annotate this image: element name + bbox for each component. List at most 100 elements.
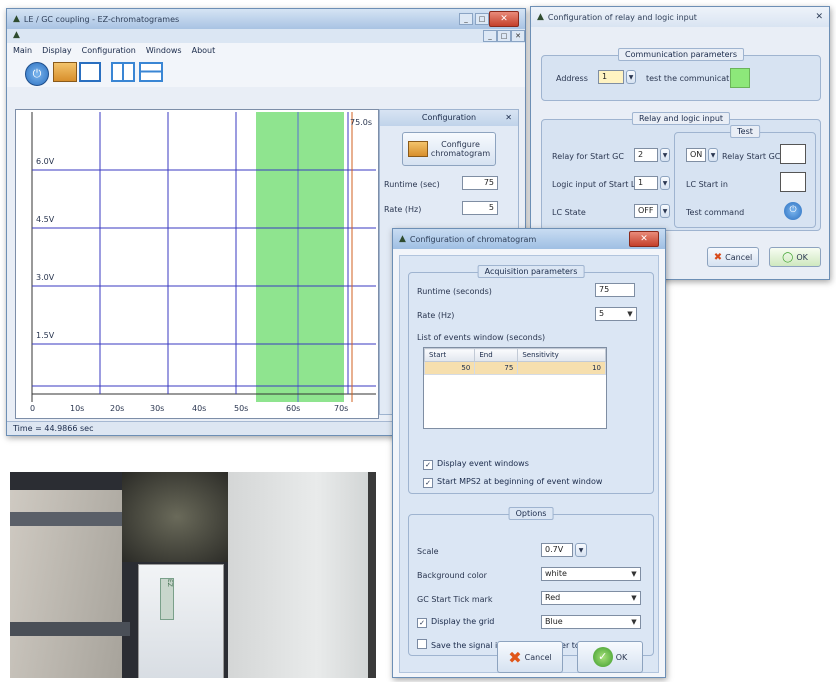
gc-tick-label: GC Start Tick mark — [417, 595, 493, 604]
minimize-button[interactable]: _ — [459, 13, 473, 25]
menu-display[interactable]: Display — [42, 46, 72, 55]
chrom-ok-button[interactable]: ✓ OK — [577, 641, 643, 673]
relay-on-field[interactable]: ON — [686, 148, 706, 162]
chrom-rate-select[interactable]: 5 ▼ — [595, 307, 637, 321]
configure-chromatogram-button[interactable]: Configure chromatogram — [402, 132, 496, 166]
scale-field[interactable]: 0.7V — [541, 543, 573, 557]
x-tick-10: 10s — [70, 404, 85, 413]
menu-main[interactable]: Main — [13, 46, 32, 55]
lc-start-in-label: LC Start in — [686, 180, 728, 189]
options-group: Options Scale 0.7V ▼ Background color wh… — [408, 507, 654, 656]
child-restore-button[interactable]: □ — [497, 30, 511, 42]
relay-on-dropdown[interactable]: ▼ — [708, 148, 718, 162]
test-command-label: Test command — [686, 208, 745, 217]
menu-configuration[interactable]: Configuration — [82, 46, 136, 55]
power-button[interactable]: ⏻ — [25, 62, 49, 86]
start-mps2-checkbox[interactable]: ✓ Start MPS2 at beginning of event window — [423, 477, 602, 488]
x-tick-20: 20s — [110, 404, 125, 413]
lc-state-dropdown[interactable]: ▼ — [660, 204, 670, 218]
chrom-cancel-button[interactable]: ✖ Cancel — [497, 641, 563, 673]
tile-horizontal-icon[interactable] — [139, 62, 163, 82]
ok-check-icon: ◯ — [782, 251, 794, 263]
acquisition-group: Acquisition parameters Runtime (seconds)… — [408, 265, 654, 494]
child-close-button[interactable]: ✕ — [511, 30, 525, 42]
col-end[interactable]: End — [474, 348, 519, 362]
child-minimize-button[interactable]: _ — [483, 30, 497, 42]
maximize-button[interactable]: □ — [475, 13, 489, 25]
rate-label: Rate (Hz) — [384, 205, 422, 214]
gc-tick-dropdown-icon: ▼ — [631, 594, 637, 602]
relay-ok-button[interactable]: ◯ OK — [769, 247, 821, 267]
x-tick-30: 30s — [150, 404, 165, 413]
events-table-header: Start End Sensitivity — [423, 348, 606, 362]
test-command-button[interactable]: ⏻ — [784, 202, 802, 220]
photo-right-panel — [228, 472, 376, 678]
col-start[interactable]: Start — [423, 348, 476, 362]
relay-dropdown[interactable]: ▼ — [660, 148, 670, 162]
display-grid-check-icon: ✓ — [417, 618, 427, 628]
chrom-app-icon: ▲ — [399, 234, 406, 244]
relay-close-icon[interactable]: ✕ — [815, 12, 823, 22]
chrom-rate-label: Rate (Hz) — [417, 311, 455, 320]
chart-icon[interactable] — [79, 62, 101, 82]
tile-vertical-icon[interactable] — [111, 62, 135, 82]
address-label: Address — [556, 74, 588, 83]
start-mps2-label: Start MPS2 at beginning of event window — [437, 477, 603, 486]
cell-start[interactable]: 50 — [423, 361, 476, 375]
rate-field[interactable]: 5 — [462, 201, 498, 215]
close-button[interactable]: ✕ — [489, 11, 519, 27]
display-event-windows-checkbox[interactable]: ✓ Display event windows — [423, 459, 529, 470]
start-mps2-check-icon: ✓ — [423, 478, 433, 488]
table-row[interactable]: 50 75 10 — [423, 361, 606, 375]
grid-color-value: Blue — [545, 617, 563, 626]
monitor-icon-small — [407, 141, 428, 157]
chrom-ok-label: OK — [615, 652, 628, 662]
logic-dropdown[interactable]: ▼ — [660, 176, 670, 190]
app-icon: ▲ — [13, 14, 20, 24]
relay-start-gc-field[interactable]: 2 — [634, 148, 658, 162]
menu-windows[interactable]: Windows — [146, 46, 182, 55]
grid-color-select[interactable]: Blue ▼ — [541, 615, 641, 629]
chrom-rate-value: 5 — [599, 309, 605, 318]
background-color-select[interactable]: white ▼ — [541, 567, 641, 581]
configure-chromatogram-label: Configure chromatogram — [430, 140, 491, 158]
communication-group: Communication parameters Address 1 ▼ tes… — [541, 48, 821, 101]
col-sensitivity[interactable]: Sensitivity — [517, 348, 606, 362]
main-titlebar: ▲ LE / GC coupling - EZ-chromatogrames _… — [7, 9, 525, 29]
config-panel-title: Configuration — [421, 113, 477, 122]
chromatogram-chart: 6.0V 4.5V 3.0V 1.5V 75.0s 0 10s 20s 30s … — [15, 109, 379, 419]
scale-dropdown[interactable]: ▼ — [575, 543, 587, 557]
relay-cancel-button[interactable]: ✖ Cancel — [707, 247, 759, 267]
events-table-container: Start End Sensitivity 50 75 10 — [423, 347, 607, 429]
menu-about[interactable]: About — [192, 46, 216, 55]
runtime-field[interactable]: 75 — [462, 176, 498, 190]
cell-sensitivity[interactable]: 10 — [517, 361, 606, 375]
logic-input-field[interactable]: 1 — [634, 176, 658, 190]
cell-end[interactable]: 75 — [474, 361, 519, 375]
relay-dialog-title: Configuration of relay and logic input — [547, 12, 697, 22]
chrom-runtime-field[interactable]: 75 — [595, 283, 635, 297]
monitor-icon[interactable] — [53, 62, 77, 82]
relay-test-box[interactable] — [780, 144, 806, 164]
y-tick-3v: 3.0V — [36, 273, 55, 282]
events-table: Start End Sensitivity 50 75 10 — [423, 348, 606, 375]
display-event-windows-check-icon: ✓ — [423, 460, 433, 470]
relay-start-gc-test-label: Relay Start GC — [722, 152, 781, 161]
config-panel-close-icon[interactable]: ✕ — [505, 110, 512, 126]
x-tick-40: 40s — [192, 404, 207, 413]
save-signal-check-icon — [417, 639, 427, 649]
lc-state-field[interactable]: OFF — [634, 204, 658, 218]
address-dropdown[interactable]: ▼ — [626, 70, 636, 84]
address-field[interactable]: 1 — [598, 70, 624, 84]
menu-bar: Main Display Configuration Windows About — [7, 43, 525, 57]
x-tick-0: 0 — [30, 404, 36, 413]
display-grid-checkbox[interactable]: ✓ Display the grid — [417, 617, 494, 628]
y-tick-6v: 6.0V — [36, 157, 55, 166]
photo-relay-box — [138, 564, 224, 678]
chrom-titlebar: ▲ Configuration of chromatogram ✕ — [393, 229, 665, 249]
test-communication-label: test the communication — [646, 74, 742, 83]
gc-tick-select[interactable]: Red ▼ — [541, 591, 641, 605]
communication-group-title: Communication parameters — [618, 48, 744, 61]
chrom-close-button[interactable]: ✕ — [629, 231, 659, 247]
scale-label: Scale — [417, 547, 439, 556]
